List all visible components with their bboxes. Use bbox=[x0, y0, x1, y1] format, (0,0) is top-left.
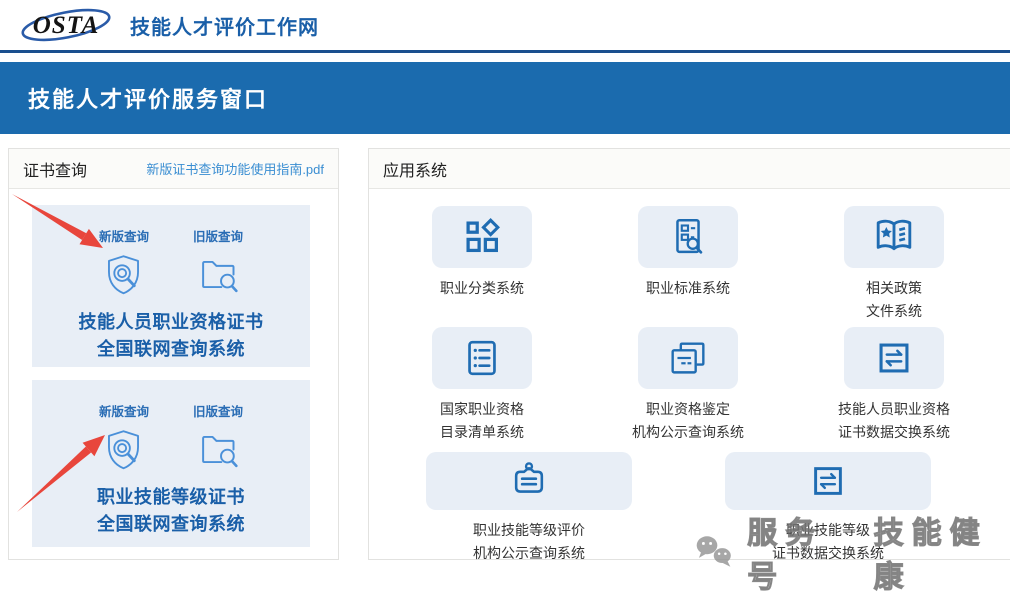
data-exchange-icon bbox=[806, 459, 850, 503]
service-window-banner: 技能人才评价服务窗口 bbox=[0, 62, 1010, 134]
site-title: 技能人才评价工作网 bbox=[130, 11, 319, 40]
app-item-label: 相关政策 文件系统 bbox=[866, 277, 922, 323]
new-query-label: 新版查询 bbox=[99, 401, 149, 420]
app-item-occupation-standards[interactable]: 职业标准系统 bbox=[585, 206, 791, 323]
app-item-label: 国家职业资格 目录清单系统 bbox=[440, 398, 524, 444]
cert-box-title: 技能人员职业资格证书 全国联网查询系统 bbox=[32, 309, 310, 363]
app-item-occupation-classification[interactable]: 职业分类系统 bbox=[379, 206, 585, 323]
document-search-icon bbox=[665, 214, 711, 260]
data-exchange-icon bbox=[871, 335, 917, 381]
new-version-query-link[interactable]: 新版查询 bbox=[99, 226, 149, 297]
application-systems-header: 应用系统 bbox=[369, 149, 1010, 189]
application-systems-title: 应用系统 bbox=[383, 157, 447, 181]
old-version-query-link[interactable]: 旧版查询 bbox=[193, 401, 243, 472]
app-item-label: 职业技能等级评价 机构公示查询系统 bbox=[473, 519, 585, 565]
site-header: OSTA 技能人才评价工作网 bbox=[0, 0, 1010, 50]
new-version-query-link[interactable]: 新版查询 bbox=[99, 401, 149, 472]
app-item-policy-documents[interactable]: 相关政策 文件系统 bbox=[791, 206, 997, 323]
certificate-query-title: 证书查询 bbox=[23, 157, 87, 181]
osta-logo-text: OSTA bbox=[33, 12, 100, 39]
skill-level-cert-box[interactable]: 新版查询 旧版查询 bbox=[32, 380, 310, 547]
certificate-query-header: 证书查询 新版证书查询功能使用指南.pdf bbox=[9, 149, 338, 189]
app-item-label: 职业资格鉴定 机构公示查询系统 bbox=[632, 398, 744, 444]
application-systems-panel: 应用系统 职业分类系统 bbox=[368, 148, 1010, 560]
app-item-skill-level-data-exchange[interactable]: 职业技能等级 证书数据交换系统 bbox=[725, 452, 931, 565]
app-item-appraisal-institution-publicity[interactable]: 职业资格鉴定 机构公示查询系统 bbox=[585, 327, 791, 444]
stacked-documents-icon bbox=[665, 335, 711, 381]
osta-logo[interactable]: OSTA bbox=[18, 4, 114, 46]
category-grid-icon bbox=[459, 214, 505, 260]
certificate-query-panel: 证书查询 新版证书查询功能使用指南.pdf 新版查询 旧版查询 bbox=[8, 148, 339, 560]
app-item-label: 职业标准系统 bbox=[646, 277, 730, 300]
osta-logo-swoosh: OSTA bbox=[18, 4, 114, 46]
guide-pdf-link[interactable]: 新版证书查询功能使用指南.pdf bbox=[146, 159, 324, 178]
shield-search-icon bbox=[101, 252, 146, 297]
directory-list-icon bbox=[459, 335, 505, 381]
folder-search-icon bbox=[196, 252, 241, 297]
app-item-label: 技能人员职业资格 证书数据交换系统 bbox=[838, 398, 950, 444]
shield-search-icon bbox=[101, 427, 146, 472]
signboard-icon bbox=[507, 459, 551, 503]
new-query-label: 新版查询 bbox=[99, 226, 149, 245]
folder-search-icon bbox=[196, 427, 241, 472]
vocational-qualification-cert-box[interactable]: 新版查询 旧版查询 bbox=[32, 205, 310, 367]
app-item-skill-level-evaluation-publicity[interactable]: 职业技能等级评价 机构公示查询系统 bbox=[426, 452, 632, 565]
cert-box-title: 职业技能等级证书 全国联网查询系统 bbox=[32, 484, 310, 538]
app-item-national-qualification-directory[interactable]: 国家职业资格 目录清单系统 bbox=[379, 327, 585, 444]
app-item-label: 职业分类系统 bbox=[440, 277, 524, 300]
policy-book-icon bbox=[871, 214, 917, 260]
old-query-label: 旧版查询 bbox=[193, 401, 243, 420]
old-query-label: 旧版查询 bbox=[193, 226, 243, 245]
old-version-query-link[interactable]: 旧版查询 bbox=[193, 226, 243, 297]
banner-title: 技能人才评价服务窗口 bbox=[0, 82, 268, 114]
app-item-qualification-data-exchange[interactable]: 技能人员职业资格 证书数据交换系统 bbox=[791, 327, 997, 444]
app-item-label: 职业技能等级 证书数据交换系统 bbox=[772, 519, 884, 565]
